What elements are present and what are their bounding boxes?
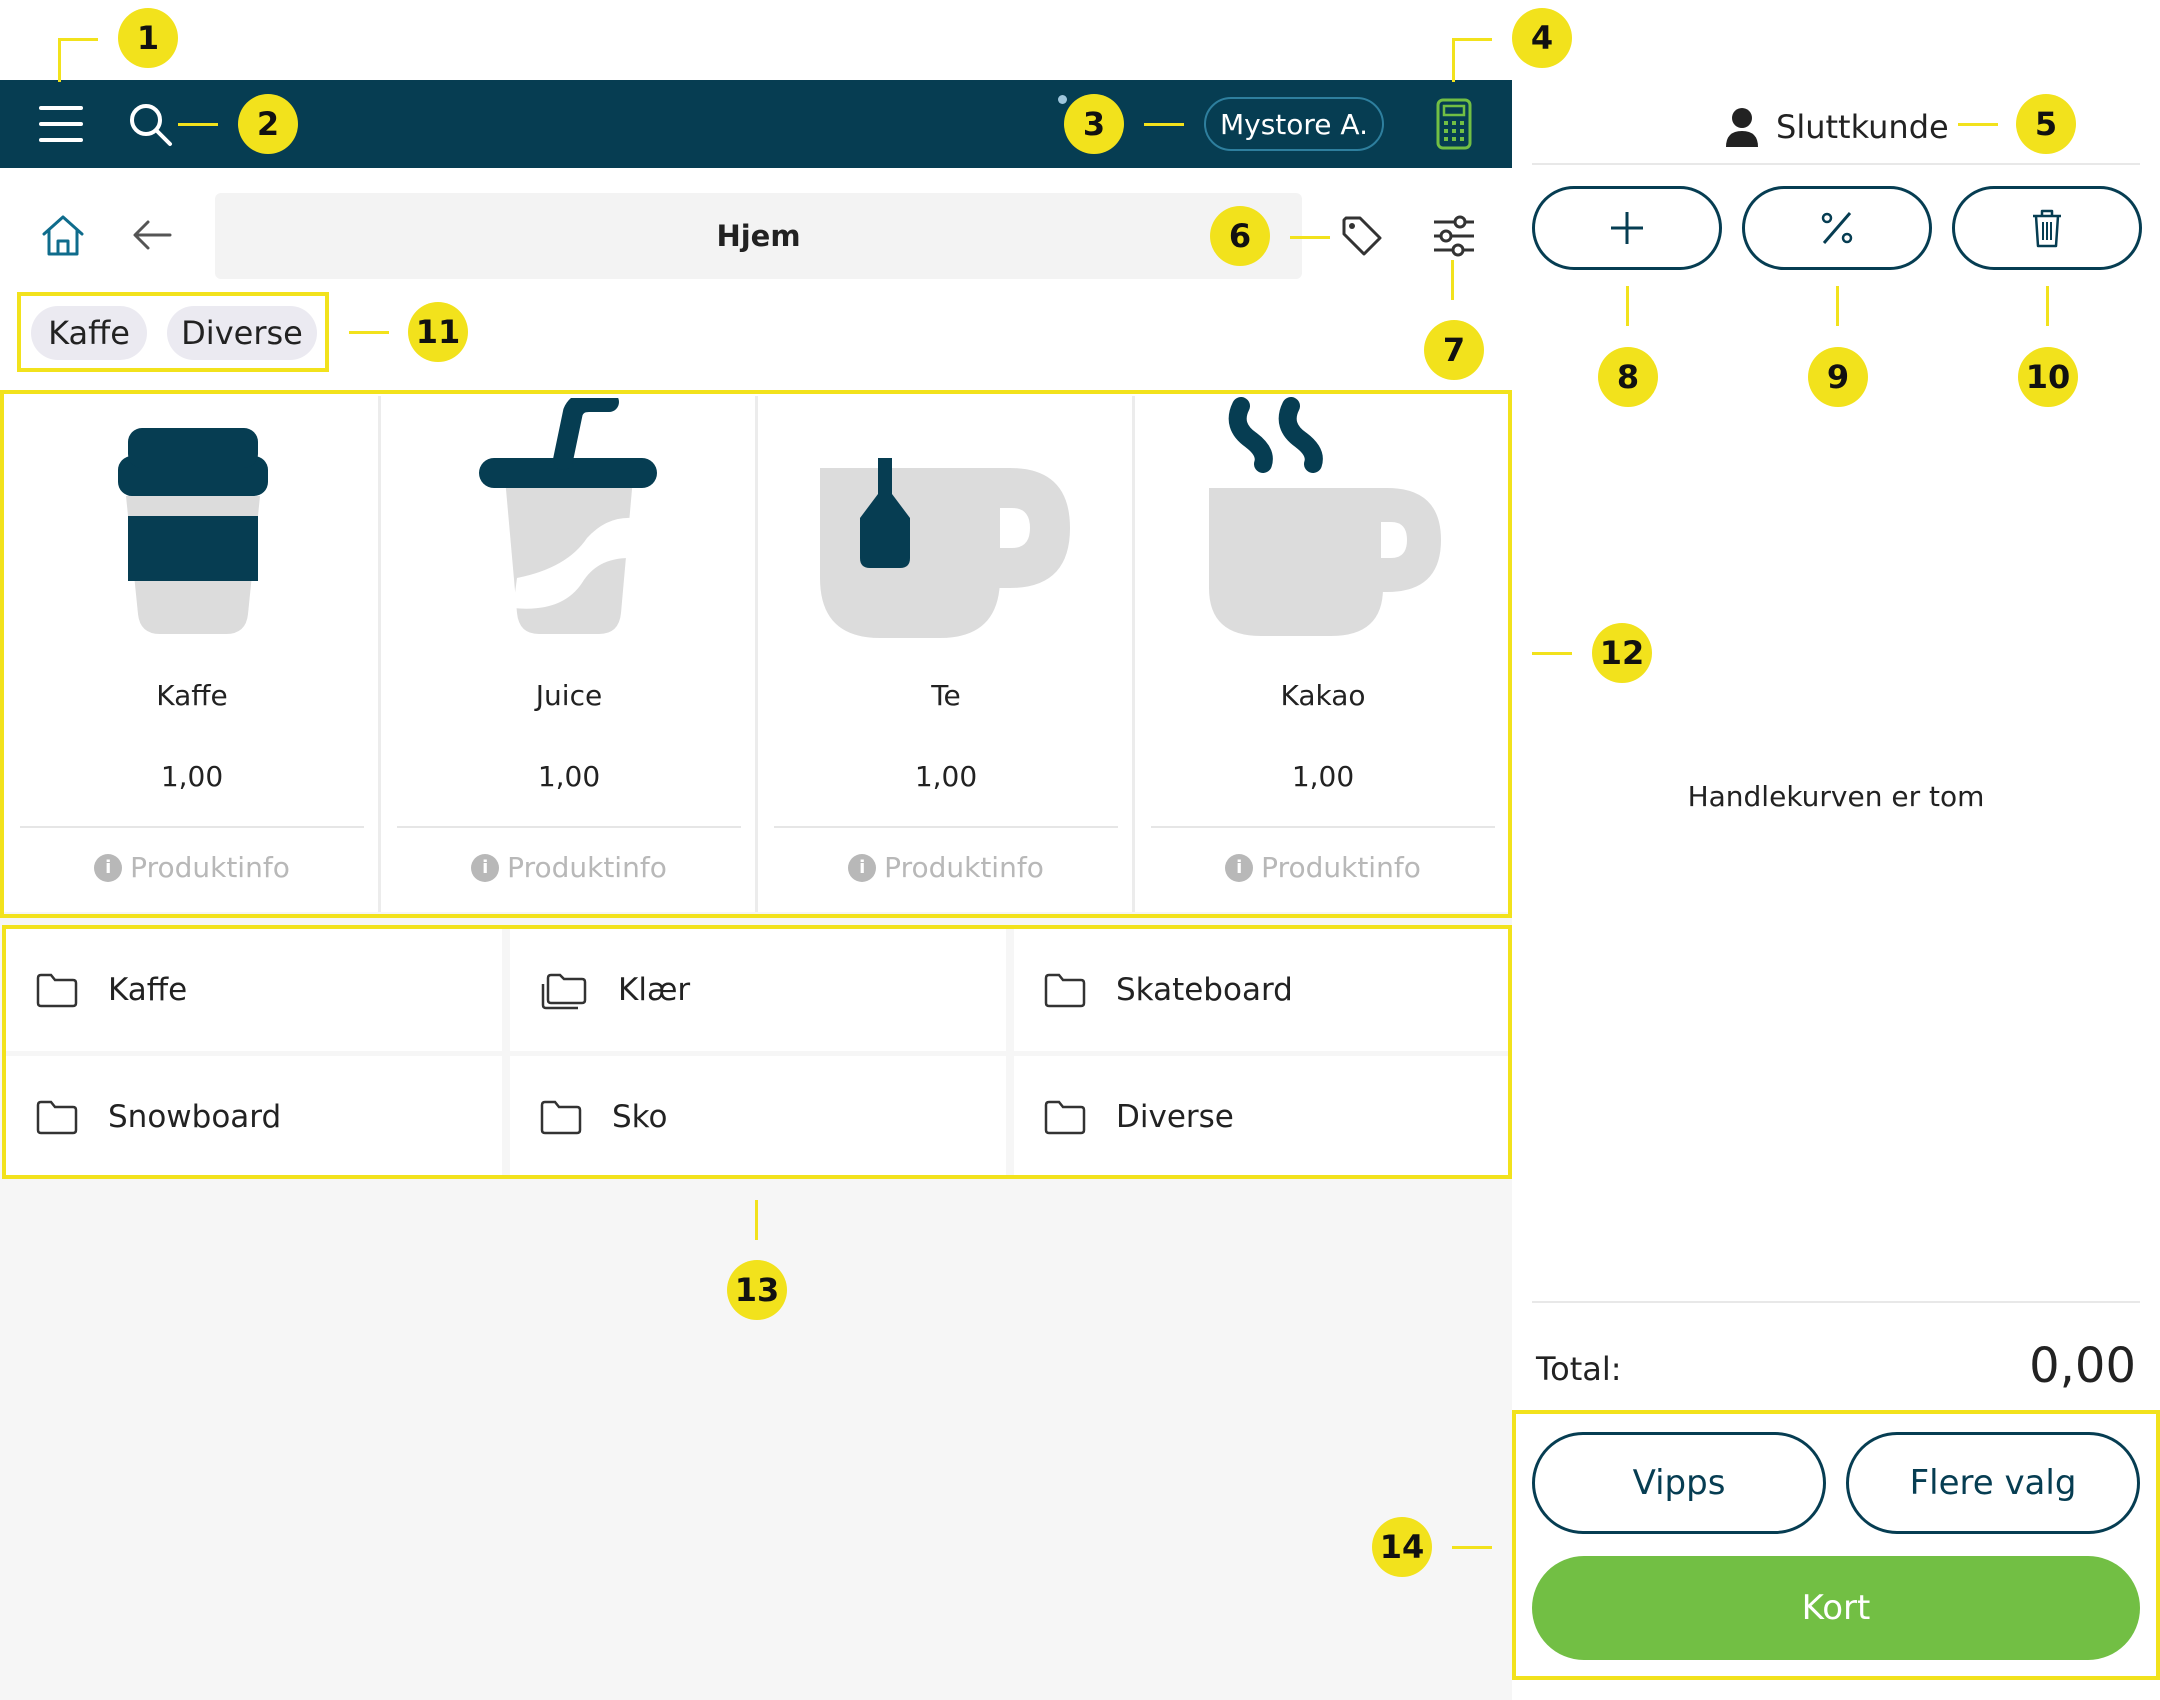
callout-badge: 11 [408, 302, 468, 362]
empty-cart-message: Handlekurven er tom [1687, 780, 1985, 813]
notification-dot [1058, 95, 1067, 104]
leader-line [178, 123, 218, 126]
leader-line [1451, 260, 1454, 300]
callout-badge: 14 [1372, 1517, 1432, 1577]
store-name: Mystore A. [1219, 107, 1368, 141]
discount-button[interactable] [1742, 186, 1932, 270]
total-value: 0,00 [2029, 1338, 2136, 1394]
leader-line [1144, 123, 1184, 126]
plus-icon [1609, 210, 1645, 246]
leader-line [1836, 286, 1839, 326]
highlight-box-payment [1512, 1410, 2160, 1680]
hamburger-menu-icon[interactable] [38, 104, 84, 144]
leader-line [1532, 652, 1572, 655]
highlight-box-products [0, 390, 1512, 918]
store-selector-button[interactable]: Mystore A. [1204, 97, 1384, 151]
callout-badge: 3 [1064, 94, 1124, 154]
leader-line [1290, 236, 1330, 239]
divider [1532, 163, 2140, 165]
callout-badge: 4 [1512, 8, 1572, 68]
search-icon[interactable] [128, 102, 174, 148]
customer-label: Sluttkunde [1776, 108, 1949, 146]
highlight-box-categories [2, 925, 1512, 1179]
callout-badge: 6 [1210, 206, 1270, 266]
divider [1532, 1301, 2140, 1303]
callout-badge: 9 [1808, 347, 1868, 407]
page-title: Hjem [716, 219, 801, 253]
leader-line [58, 38, 98, 41]
callout-badge: 8 [1598, 347, 1658, 407]
callout-badge: 1 [118, 8, 178, 68]
callout-badge: 13 [727, 1260, 787, 1320]
home-icon[interactable] [40, 212, 86, 258]
leader-line [1452, 1546, 1492, 1549]
price-tag-icon[interactable] [1340, 214, 1384, 258]
callout-badge: 12 [1592, 623, 1652, 683]
callout-badge: 2 [238, 94, 298, 154]
leader-line [1452, 38, 1455, 82]
customer-selector[interactable]: Sluttkunde [1724, 102, 1949, 152]
leader-line [1452, 38, 1492, 41]
filter-sliders-icon[interactable] [1432, 214, 1476, 258]
leader-line [58, 38, 61, 82]
calculator-icon[interactable] [1436, 98, 1472, 150]
leader-line [1626, 286, 1629, 326]
callout-badge: 5 [2016, 94, 2076, 154]
add-item-button[interactable] [1532, 186, 1722, 270]
clear-cart-button[interactable] [1952, 186, 2142, 270]
leader-line [1958, 123, 1998, 126]
callout-badge: 7 [1424, 320, 1484, 380]
callout-badge: 10 [2018, 347, 2078, 407]
trash-icon [2031, 208, 2063, 248]
person-icon [1724, 107, 1760, 147]
percent-icon [1820, 211, 1854, 245]
back-arrow-icon[interactable] [132, 218, 172, 252]
leader-line [755, 1200, 758, 1240]
total-label: Total: [1536, 1350, 1622, 1388]
leader-line [2046, 286, 2049, 326]
highlight-box-chips [17, 292, 329, 372]
leader-line [349, 331, 389, 334]
page-title-bar: Hjem [215, 193, 1302, 279]
